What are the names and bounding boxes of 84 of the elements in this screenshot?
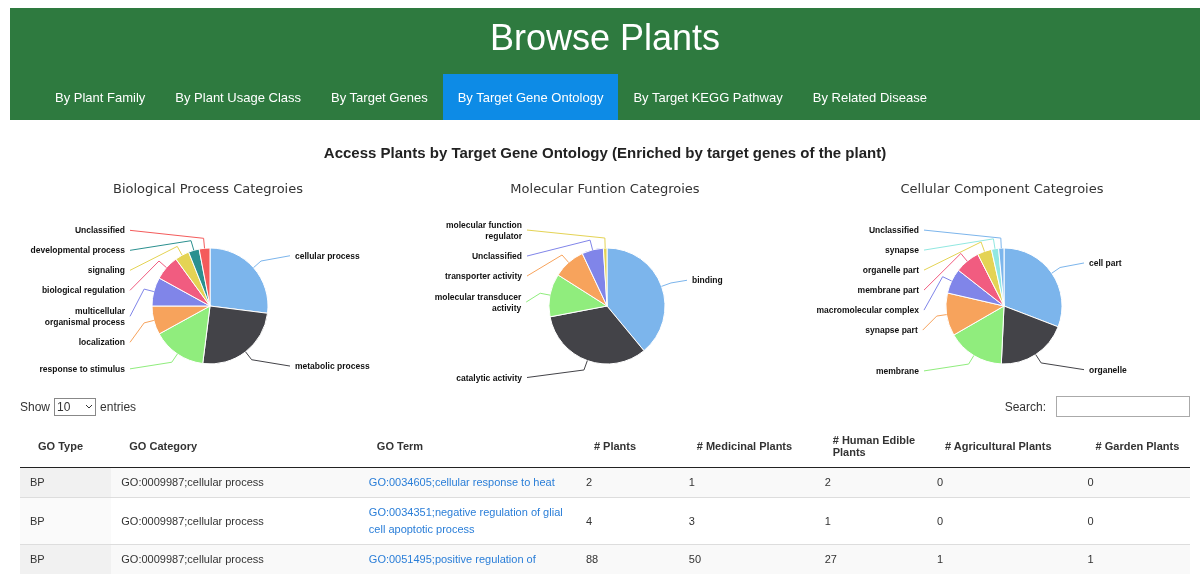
leader-line [923, 355, 975, 372]
slice-label: developmental process [30, 245, 125, 256]
leader-line [1051, 262, 1085, 274]
table-cell: 0 [1077, 467, 1190, 498]
slice-label: cellular process [295, 250, 360, 261]
leader-line [253, 255, 291, 269]
column-header[interactable]: # Medicinal Plants [678, 425, 815, 468]
table-cell: 2 [814, 467, 927, 498]
go-term-link[interactable]: GO:0034351;negative regulation of glial cell apoptotic process [368, 504, 566, 538]
column-header[interactable]: GO Category [111, 425, 359, 468]
slice-label: localization [78, 337, 125, 348]
nav-tab[interactable]: By Plant Usage Class [160, 74, 317, 120]
leader-line [129, 319, 155, 343]
section-heading: Access Plants by Target Gene Ontology (Enriched by target genes of the plant) [322, 144, 888, 161]
column-header[interactable]: # Plants [575, 425, 679, 468]
page-title: Browse Plants [489, 18, 721, 58]
table-cell: 1 [926, 544, 1078, 574]
slice-label: binding [692, 275, 723, 286]
column-header[interactable]: # Garden Plants [1077, 425, 1190, 468]
leader-line [1035, 354, 1085, 371]
column-header[interactable]: # Agricultural Plants [926, 425, 1078, 468]
table-cell: 88 [575, 544, 679, 574]
table-cell: BP [20, 544, 112, 574]
table-cell: 4 [575, 497, 679, 545]
column-header[interactable]: GO Type [20, 425, 112, 468]
slice-label: metabolic process [295, 361, 370, 372]
leader-line [526, 360, 588, 378]
table-cell: BP [20, 467, 112, 498]
chart-title: Molecular Funtion Categroies [510, 181, 700, 196]
caret-icon [85, 404, 94, 409]
leader-line [245, 351, 291, 367]
table-cell: GO:0009987;cellular process [111, 467, 359, 498]
search-field[interactable] [1056, 396, 1190, 417]
leader-line [129, 353, 178, 370]
table-cell: 1 [678, 467, 815, 498]
leader-line [922, 314, 948, 331]
slice-label: macromolecular complex [816, 305, 919, 316]
column-header[interactable]: # Human Edible Plants [814, 425, 927, 468]
slice-label: response to stimulus [39, 363, 125, 374]
nav-tab[interactable]: By Related Disease [797, 74, 942, 120]
slice-label: membrane [876, 365, 919, 376]
table-cell: 0 [926, 497, 1078, 545]
leader-line [525, 292, 551, 303]
slice-label: organelle [1089, 364, 1127, 375]
entries-select[interactable]: 10 [54, 397, 97, 416]
go-term-link[interactable]: GO:0034605;cellular response to heat [368, 474, 566, 491]
nav-tab[interactable]: By Target KEGG Pathway [618, 74, 798, 120]
chart-title: Biological Process Categroies [113, 181, 303, 196]
slice-label: Unclassified [471, 251, 522, 262]
slice-label: synapse part [865, 325, 918, 336]
slice-label: Unclassified [868, 225, 919, 236]
chart-title: Cellular Component Categroies [900, 181, 1104, 196]
table-cell: 0 [1077, 497, 1190, 545]
slice-label: synapse [884, 245, 919, 256]
slice-label: molecular transducer activity [434, 291, 522, 313]
slice-label: catalytic activity [456, 372, 522, 383]
slice-label: transporter activity [445, 271, 522, 282]
table-cell: 1 [1077, 544, 1190, 574]
slice-label: cell part [1089, 258, 1122, 268]
entries-label: entries [100, 399, 137, 414]
nav-tab[interactable]: By Plant Family [40, 74, 161, 120]
table-cell: 0 [926, 467, 1078, 498]
go-term-link[interactable]: GO:0051495;positive regulation of [368, 551, 566, 568]
table-cell: 27 [814, 544, 927, 574]
table-cell: GO:0009987;cellular process [111, 497, 359, 545]
table-cell: 50 [678, 544, 815, 574]
slice-label: organelle part [862, 265, 919, 276]
table-cell: 3 [678, 497, 815, 545]
slice-label: membrane part [857, 285, 919, 296]
nav-tab[interactable]: By Target Genes [316, 74, 443, 120]
column-header[interactable]: GO Term [358, 425, 576, 468]
table-cell: 1 [814, 497, 927, 545]
table-cell: GO:0009987;cellular process [111, 544, 359, 574]
slice-label: signaling [87, 265, 125, 276]
table-cell: 2 [575, 467, 679, 498]
search-label: Search: [1004, 399, 1046, 414]
slice-label: Unclassified [74, 225, 125, 236]
table-cell: BP [20, 497, 112, 545]
slice-label: multicellular organismal process [44, 305, 125, 327]
show-label: Show [20, 399, 51, 414]
nav-tab[interactable]: By Target Gene Ontology [442, 74, 619, 120]
slice-label: biological regulation [41, 285, 125, 296]
leader-line [661, 279, 688, 287]
slice-label: molecular function regulator [445, 219, 522, 241]
